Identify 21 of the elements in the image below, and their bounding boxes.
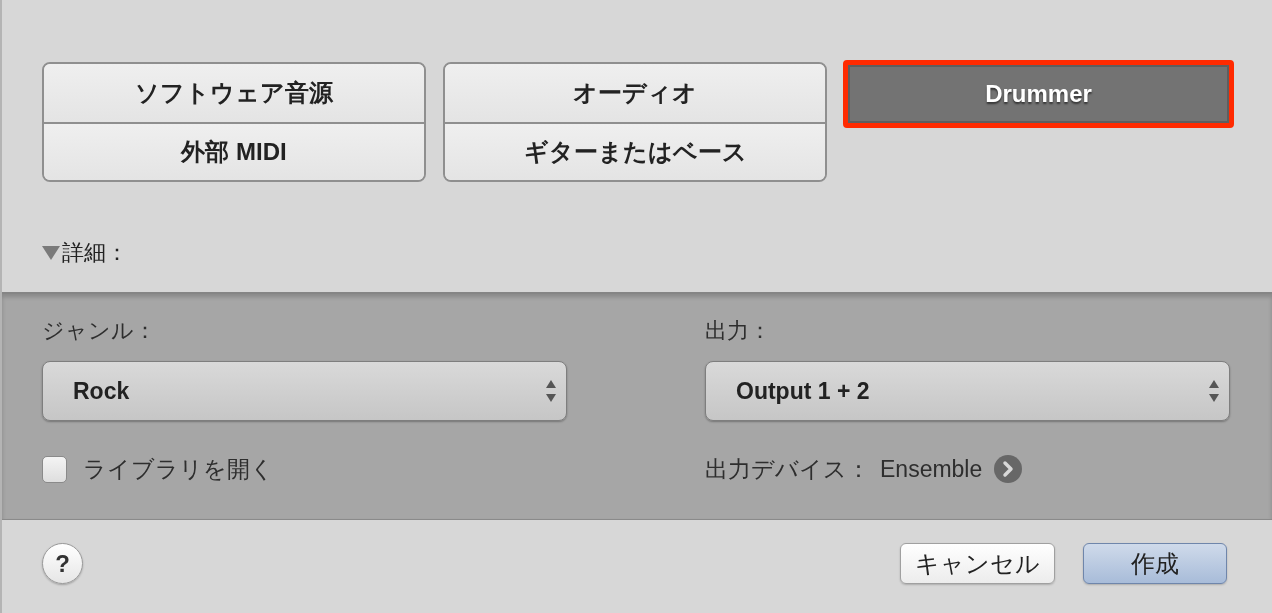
create-button[interactable]: 作成 [1083,543,1227,584]
track-type-button[interactable]: ソフトウェア音源 [44,64,424,122]
checkbox[interactable] [42,455,67,483]
field-label: ジャンル： [42,317,156,345]
checkbox-label: ライブラリを開く [83,454,274,484]
popup-menu[interactable]: Output 1 + 2 [705,361,1230,421]
output-device-value: Ensemble [880,455,983,483]
track-type-button[interactable]: オーディオ [445,64,825,122]
up-down-arrows-icon [546,380,556,402]
track-type-button[interactable]: 外部 MIDI [44,122,424,180]
output-device-label: 出力デバイス： [705,454,870,484]
chevron-circle-icon[interactable] [994,455,1023,483]
details-disclosure[interactable]: 詳細： [42,238,128,268]
track-type-button[interactable]: Drummer [843,60,1234,128]
up-down-arrows-icon [1209,380,1219,402]
field-label: 出力： [705,317,771,345]
track-type-button[interactable]: ギターまたはベース [445,122,825,180]
popup-menu[interactable]: Rock [42,361,567,421]
help-button[interactable]: ? [42,543,83,584]
disclosure-triangle-icon[interactable] [42,245,60,261]
cancel-button[interactable]: キャンセル [900,543,1055,584]
